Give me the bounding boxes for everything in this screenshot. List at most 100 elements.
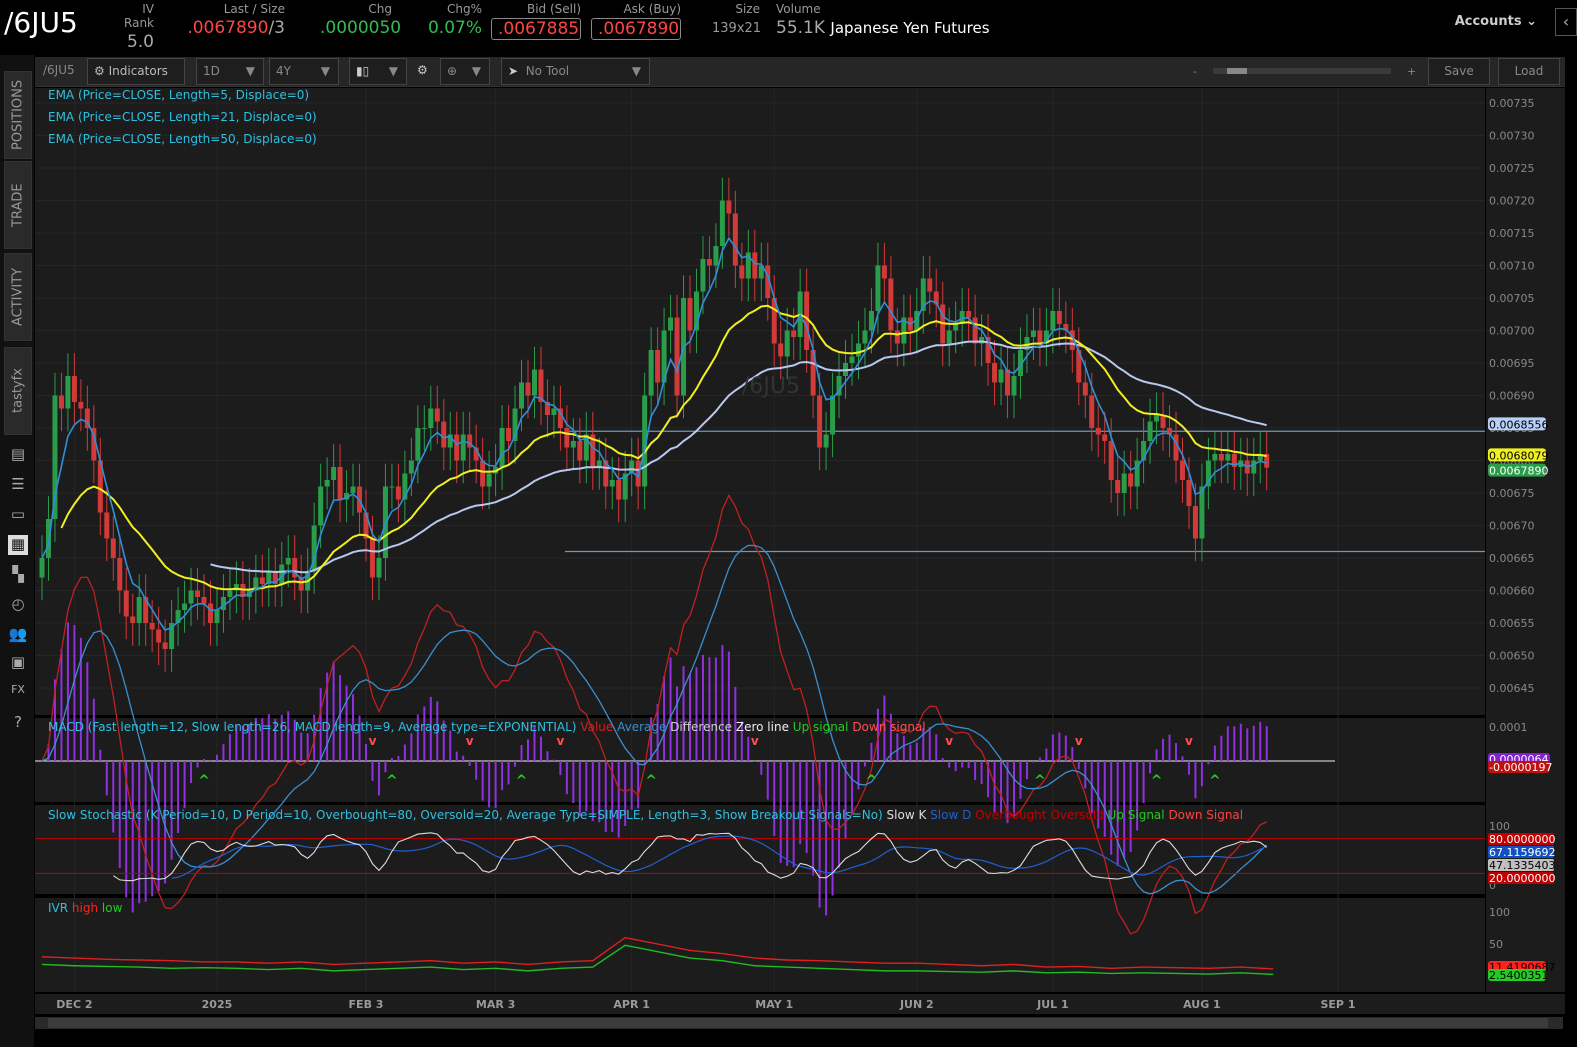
candle xyxy=(920,255,926,334)
chart-area[interactable]: ^ v ^ v ^ v ^ v ^ v ^ v ^ v ^ /6JU5 EMA (Price=CLOSE, … xyxy=(0,0,1577,1047)
candle xyxy=(1069,307,1075,373)
candle-body xyxy=(1238,460,1244,467)
accounts-menu[interactable]: Accounts ⌄ xyxy=(1455,14,1537,29)
zoom-slider[interactable] xyxy=(1213,68,1391,74)
list-icon[interactable]: ☰ xyxy=(8,475,28,495)
stoch-label xyxy=(1488,872,1554,884)
indicators-button[interactable]: ⚙ Indicators xyxy=(87,58,185,85)
monitor-icon[interactable]: ▭ xyxy=(8,505,28,525)
candle xyxy=(363,489,369,562)
candle xyxy=(104,489,110,562)
clock-icon[interactable]: ◴ xyxy=(8,595,28,615)
candle xyxy=(1115,457,1121,516)
people-icon[interactable]: 👥 xyxy=(8,625,28,645)
candle-body xyxy=(415,428,421,461)
candle xyxy=(117,535,123,614)
candle xyxy=(635,437,641,510)
chart-type-select[interactable]: ▮▯ ▼ xyxy=(349,58,407,85)
candle xyxy=(272,548,278,607)
volume-label: Volume xyxy=(776,2,821,16)
candle xyxy=(285,535,291,588)
candle xyxy=(1205,437,1211,510)
candle xyxy=(752,229,758,302)
macd-down-signal: v xyxy=(466,734,474,748)
candle-body xyxy=(557,408,563,428)
candle xyxy=(551,385,557,438)
candle-body xyxy=(603,460,609,487)
globe-icon: ⊕ xyxy=(447,64,458,78)
settings-gear-icon[interactable]: ⚙ xyxy=(411,58,433,85)
candle xyxy=(771,275,777,367)
candle-body xyxy=(745,252,751,279)
candle xyxy=(849,333,855,386)
symbol[interactable]: /6JU5 xyxy=(4,6,78,39)
candle xyxy=(1225,431,1231,484)
candle-body xyxy=(519,382,525,409)
candle-body xyxy=(1160,415,1166,428)
candle xyxy=(583,411,589,484)
candle xyxy=(441,398,447,471)
drawing-set-select[interactable]: ⊕ ▼ xyxy=(440,58,490,85)
zoom-in-button[interactable]: + xyxy=(1407,65,1416,78)
tab-positions[interactable]: POSITIONS xyxy=(4,71,32,159)
chart-icon[interactable]: ▦ xyxy=(8,535,28,555)
horizontal-scrollbar[interactable] xyxy=(35,1017,1563,1029)
candle xyxy=(207,580,213,646)
chart-symbol[interactable]: /6JU5 xyxy=(37,58,85,85)
collapse-button[interactable]: ‹ xyxy=(1555,8,1577,36)
candle xyxy=(557,385,563,451)
aggregation-value: 1D xyxy=(203,64,220,78)
candle xyxy=(992,340,998,406)
candle-body xyxy=(447,434,453,448)
candle-body xyxy=(1005,369,1011,396)
help-icon[interactable]: ? xyxy=(8,713,28,733)
candle-body xyxy=(1076,350,1082,383)
tool-select[interactable]: ➤ No Tool ▼ xyxy=(501,58,650,85)
bid-button[interactable]: .0067885 xyxy=(491,18,581,40)
aggregation-select[interactable]: 1D ▼ xyxy=(196,58,264,85)
calendar-icon[interactable]: ▣ xyxy=(8,653,28,673)
zoom-slider-handle[interactable] xyxy=(1227,68,1247,74)
tab-tastyfx[interactable]: tastyfx xyxy=(4,347,32,435)
candle-body xyxy=(765,265,771,298)
dropdown-icon: ▼ xyxy=(388,64,398,78)
load-button[interactable]: Load xyxy=(1498,58,1560,85)
macd-down-signal: v xyxy=(1075,734,1083,748)
candle xyxy=(596,437,602,490)
candle-body xyxy=(78,402,84,409)
candle-body xyxy=(149,623,155,630)
candle xyxy=(493,444,499,497)
tab-activity[interactable]: ACTIVITY xyxy=(4,253,32,341)
scrollbar-thumb[interactable] xyxy=(48,1018,1548,1028)
candle-body xyxy=(110,538,116,558)
chgp-label: Chg% xyxy=(446,2,482,16)
price-tick: 0.00705 xyxy=(1489,292,1535,305)
candle xyxy=(233,561,239,614)
price-tick: 0.00660 xyxy=(1489,585,1535,598)
candle xyxy=(71,353,77,425)
watermark: /6JU5 xyxy=(742,374,800,399)
candle-body xyxy=(1121,473,1127,493)
save-button[interactable]: Save xyxy=(1428,58,1490,85)
candle xyxy=(240,561,246,620)
notes-icon[interactable]: ▤ xyxy=(8,445,28,465)
macd-label xyxy=(1488,761,1550,773)
candle-body xyxy=(1128,473,1134,487)
zoom-out-button[interactable]: - xyxy=(1193,65,1197,78)
time-tick: MAY 1 xyxy=(755,998,793,1011)
candle xyxy=(687,275,693,354)
candle xyxy=(1030,307,1036,360)
grid-icon[interactable]: ▚ xyxy=(8,565,28,585)
ask-button[interactable]: .0067890 xyxy=(591,18,681,40)
tab-trade[interactable]: TRADE xyxy=(4,161,32,249)
candle-body xyxy=(875,265,881,311)
candle-body xyxy=(726,200,732,214)
candle xyxy=(201,574,207,627)
candle xyxy=(901,294,907,367)
candle-body xyxy=(1173,434,1179,461)
range-select[interactable]: 4Y ▼ xyxy=(269,58,339,85)
candle xyxy=(622,450,628,523)
candle xyxy=(434,385,440,445)
legend-item: Oversold xyxy=(1050,808,1107,822)
fx-icon[interactable]: FX xyxy=(8,683,28,703)
